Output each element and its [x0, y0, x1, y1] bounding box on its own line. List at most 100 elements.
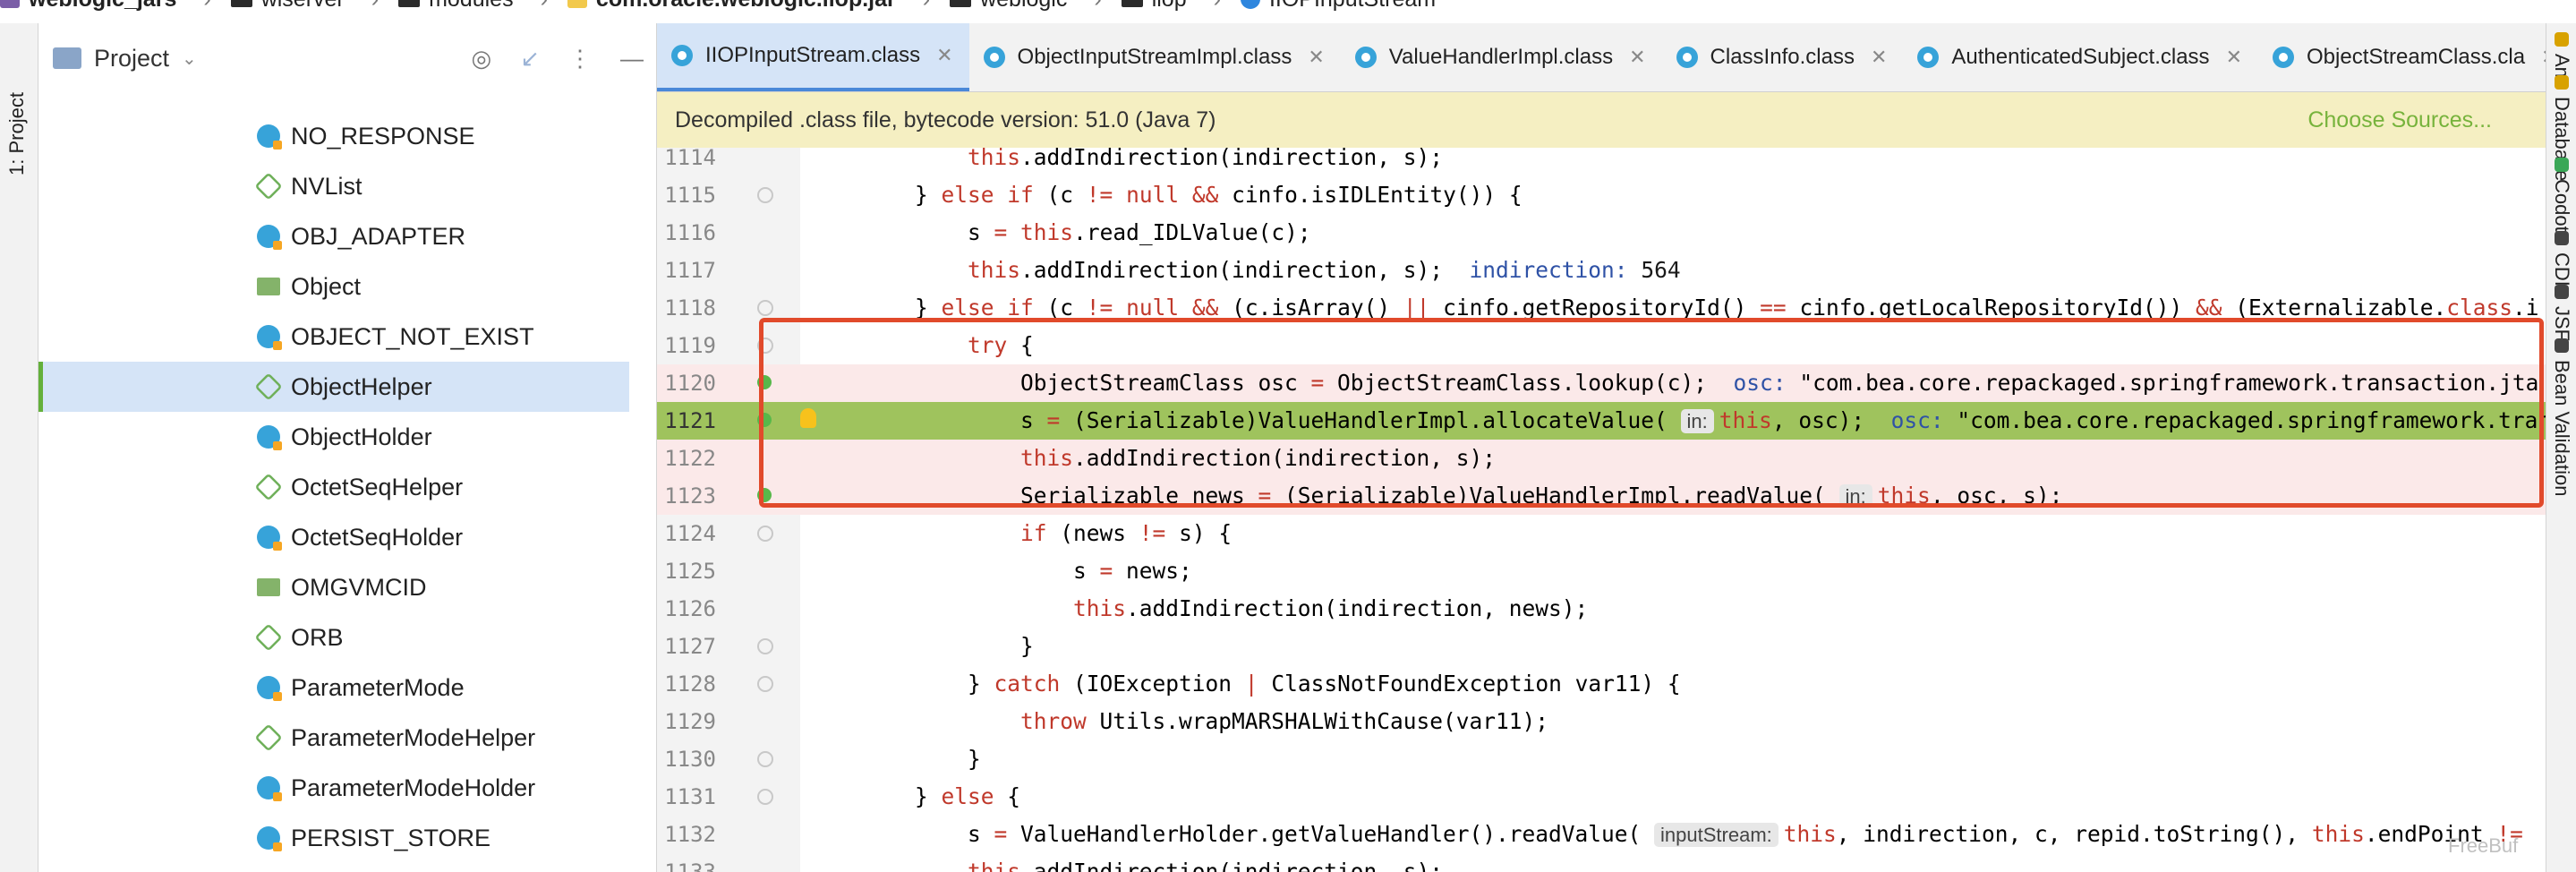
editor-tab[interactable]: IIOPInputStream.class ✕: [657, 23, 969, 91]
code-line[interactable]: 1116 s = this.read_IDLValue(c);: [657, 214, 2546, 252]
breadcrumb-item[interactable]: weblogic: [950, 0, 1067, 13]
more-options-icon[interactable]: ⋮: [568, 45, 592, 73]
tree-item[interactable]: OBJECT_NOT_EXIST: [38, 312, 629, 362]
tree-item[interactable]: Object: [38, 261, 629, 312]
tree-item[interactable]: OctetSeqHolder: [38, 512, 629, 562]
editor-tab[interactable]: ObjectStreamClass.cla✕: [2258, 23, 2574, 91]
breadcrumb-item[interactable]: IIOPInputStream: [1240, 0, 1436, 13]
helper-icon: [254, 372, 283, 401]
code-editor[interactable]: 1114 this.addIndirection(indirection, s)…: [657, 148, 2546, 872]
tree-item[interactable]: ParameterMode: [38, 663, 629, 713]
editor-tab[interactable]: ValueHandlerImpl.class ✕: [1341, 23, 1662, 91]
line-number: 1132: [664, 822, 716, 847]
tree-item-label: ORB: [291, 623, 344, 651]
class-file-icon: [1676, 47, 1698, 68]
tab-label: AuthenticatedSubject.class: [1951, 45, 2210, 69]
banner-message: Decompiled .class file, bytecode version…: [675, 107, 1216, 133]
project-title[interactable]: Project: [94, 45, 169, 73]
close-tab-icon[interactable]: ✕: [936, 44, 952, 67]
project-panel-header: Project ⌄ ◎ ↙ ⋮ —: [38, 23, 656, 93]
editor-tab[interactable]: ObjectInputStreamImpl.class ✕: [969, 23, 1341, 91]
line-number: 1115: [664, 183, 716, 208]
tree-item[interactable]: NO_RESPONSE: [38, 111, 629, 161]
locate-icon[interactable]: ◎: [472, 45, 492, 73]
tree-item[interactable]: ObjectHolder: [38, 412, 629, 462]
close-tab-icon[interactable]: ✕: [2226, 46, 2242, 69]
class-icon: [257, 325, 282, 350]
code-text: s = this.read_IDLValue(c);: [809, 219, 1311, 245]
tree-item[interactable]: ParameterModeHelper: [38, 713, 629, 763]
tree-item-label: PERSIST_STORE: [291, 824, 491, 851]
collapse-icon[interactable]: ↙: [520, 45, 540, 73]
helper-icon: [254, 172, 283, 201]
fold-marker-icon[interactable]: [757, 526, 773, 542]
line-number: 1124: [664, 521, 716, 546]
breadcrumb-item[interactable]: modules: [398, 0, 514, 13]
helper-icon: [254, 623, 283, 652]
fold-marker-icon[interactable]: [757, 638, 773, 654]
chevron-down-icon[interactable]: ⌄: [182, 47, 197, 70]
editor-tab[interactable]: AuthenticatedSubject.class ✕: [1903, 23, 2258, 91]
hide-panel-icon[interactable]: —: [620, 45, 644, 73]
breadcrumb-item[interactable]: weblogic_jars: [0, 0, 176, 13]
close-tab-icon[interactable]: ✕: [1871, 46, 1887, 69]
code-line[interactable]: 1125 s = news;: [657, 552, 2546, 590]
fold-marker-icon[interactable]: [757, 300, 773, 316]
class-icon: [257, 526, 282, 551]
tree-item[interactable]: OctetSeqHelper: [38, 462, 629, 512]
class-icon: [257, 425, 282, 450]
tree-item[interactable]: ORB: [38, 612, 629, 663]
breadcrumb-item[interactable]: wlserver: [230, 0, 345, 13]
code-text: }: [809, 746, 981, 772]
class-file-icon: [2273, 47, 2294, 68]
code-line[interactable]: 1124 if (news != s) {: [657, 515, 2546, 552]
tree-item-label: NVList: [291, 172, 363, 200]
code-line[interactable]: 1131 } else {: [657, 778, 2546, 816]
code-line[interactable]: 1117 this.addIndirection(indirection, s)…: [657, 252, 2546, 289]
code-line[interactable]: 1114 this.addIndirection(indirection, s)…: [657, 148, 2546, 176]
tree-item[interactable]: ParameterModeHolder: [38, 763, 629, 813]
code-line[interactable]: 1127 }: [657, 628, 2546, 665]
folder-icon: [0, 0, 20, 8]
line-number: 1121: [664, 408, 716, 433]
close-tab-icon[interactable]: ✕: [1308, 46, 1324, 69]
tool-window-button[interactable]: CDI: [2550, 252, 2573, 286]
breadcrumb-item[interactable]: com.oracle.weblogic.iiop.jar: [567, 0, 896, 13]
code-line[interactable]: 1129 throw Utils.wrapMARSHALWithCause(va…: [657, 703, 2546, 740]
tool-window-button[interactable]: Bean Validation: [2550, 360, 2573, 497]
code-line[interactable]: 1126 this.addIndirection(indirection, ne…: [657, 590, 2546, 628]
tree-item[interactable]: OMGVMCID: [38, 562, 629, 612]
watermark: FreeBuf: [2448, 834, 2519, 857]
fold-marker-icon[interactable]: [757, 187, 773, 203]
project-panel: Project ⌄ ◎ ↙ ⋮ — NO_RESPONSE NVList OBJ_A…: [38, 23, 688, 872]
code-line[interactable]: 1132 s = ValueHandlerHolder.getValueHand…: [657, 816, 2546, 853]
choose-sources-link[interactable]: Choose Sources...: [2307, 107, 2492, 133]
code-text: this.addIndirection(indirection, s); ind…: [968, 257, 1681, 283]
breadcrumb-item[interactable]: iiop: [1121, 0, 1187, 13]
code-line[interactable]: 1130 }: [657, 740, 2546, 778]
class-icon: [257, 124, 282, 150]
jar-icon: [567, 0, 587, 8]
editor-tab-bar: IIOPInputStream.class ✕ ObjectInputStreamI…: [657, 23, 2558, 92]
tree-item[interactable]: PERSIST_STORE: [38, 813, 629, 863]
tree-item-label: OBJECT_NOT_EXIST: [291, 322, 534, 350]
fold-marker-icon[interactable]: [757, 751, 773, 767]
struct-icon: [257, 578, 280, 596]
tool-window-button[interactable]: JSF: [2550, 306, 2573, 341]
class-icon: [257, 776, 282, 801]
tree-item[interactable]: OBJ_ADAPTER: [38, 211, 629, 261]
tree-item[interactable]: NVList: [38, 161, 629, 211]
editor-tab[interactable]: ClassInfo.class ✕: [1662, 23, 1904, 91]
fold-marker-icon[interactable]: [757, 676, 773, 692]
tree-item-label: OctetSeqHolder: [291, 523, 464, 551]
close-tab-icon[interactable]: ✕: [1629, 46, 1645, 69]
project-tool-label: 1: Project: [5, 92, 28, 175]
code-line[interactable]: 1128 } catch (IOException | ClassNotFoun…: [657, 665, 2546, 703]
tree-item[interactable]: ObjectHelper: [38, 362, 629, 412]
fold-marker-icon[interactable]: [757, 789, 773, 805]
project-tool-window-button[interactable]: 1: Project: [5, 59, 32, 184]
code-line[interactable]: 1115 } else if (c != null && cinfo.isIDL…: [657, 176, 2546, 214]
tab-label: ObjectInputStreamImpl.class: [1017, 45, 1292, 69]
code-line[interactable]: 1133 this.addIndirection(indirection, s)…: [657, 853, 2546, 872]
folder-icon: [1121, 0, 1143, 7]
